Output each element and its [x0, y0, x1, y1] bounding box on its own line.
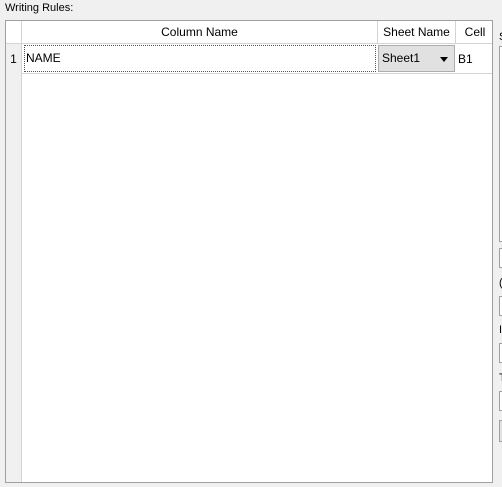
right-side-panel: S ( I T	[493, 0, 502, 487]
sheet-name-value: Sheet1	[382, 51, 421, 65]
column-name-cell[interactable]: NAME	[24, 45, 376, 72]
row-number[interactable]: 1	[6, 44, 22, 74]
row-header-column	[6, 21, 22, 482]
writing-rules-grid[interactable]: Column Name Sheet Name Cell 1 NAME Sheet…	[5, 20, 493, 483]
table-row[interactable]: 1 NAME Sheet1 B1	[6, 44, 492, 74]
writing-rules-label: Writing Rules:	[5, 2, 74, 14]
grid-header-row: Column Name Sheet Name Cell	[6, 21, 492, 44]
column-header-cell[interactable]: Cell	[456, 21, 492, 43]
dropdown-arrow-icon[interactable]	[440, 57, 448, 62]
sheet-name-dropdown[interactable]: Sheet1	[378, 45, 455, 72]
writing-rules-panel: Writing Rules: Column Name Sheet Name Ce…	[0, 0, 502, 487]
grid-corner	[6, 21, 22, 43]
cell-reference-cell[interactable]: B1	[456, 44, 492, 74]
column-header-column-name[interactable]: Column Name	[22, 21, 378, 43]
column-header-sheet-name[interactable]: Sheet Name	[378, 21, 456, 43]
